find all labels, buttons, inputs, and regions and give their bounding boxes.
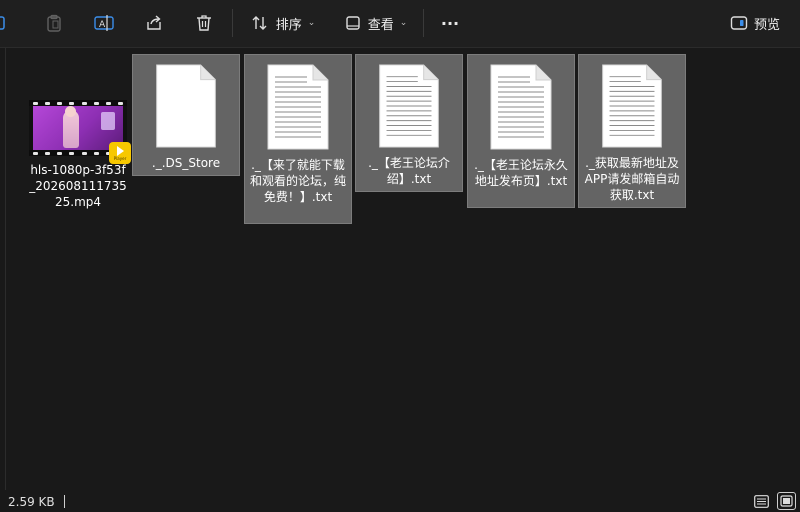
text-file-icon <box>267 64 329 150</box>
preview-pane-button[interactable]: 预览 <box>722 7 788 39</box>
rename-button[interactable]: A <box>88 7 120 39</box>
chevron-down-icon: ⌄ <box>307 18 316 28</box>
tiles-view-icon <box>780 495 793 507</box>
trash-icon <box>197 15 211 31</box>
status-separator <box>64 495 65 508</box>
player-badge-text: Player <box>113 156 127 161</box>
file-name: ._【老王论坛永久地址发布页】.txt <box>474 158 568 188</box>
chevron-down-icon: ⌄ <box>399 18 408 28</box>
rename-icon: A <box>94 15 114 31</box>
copy-icon <box>0 16 5 30</box>
blank-file-icon <box>156 64 216 148</box>
file-item[interactable]: ._【老王论坛永久地址发布页】.txt <box>467 54 575 208</box>
more-options-button[interactable]: ··· <box>434 7 466 39</box>
copy-button[interactable] <box>0 7 14 39</box>
preview-pane-icon <box>730 16 748 30</box>
file-item[interactable]: ._【来了就能下载和观看的论坛，纯免费！】.txt <box>244 54 352 224</box>
command-bar: A 排序 ⌄ 查看 ⌄ ··· 预览 <box>0 0 800 48</box>
film-strip-top <box>29 100 127 106</box>
file-name: ._【老王论坛介绍】.txt <box>368 156 450 186</box>
file-item[interactable]: ._获取最新地址及APP请发邮箱自动获取.txt <box>578 54 686 208</box>
selection-size: 2.59 KB <box>8 495 55 509</box>
video-thumbnail: Player <box>29 100 131 164</box>
view-label: 查看 <box>367 17 394 33</box>
text-file-icon <box>379 64 439 148</box>
view-icon <box>346 16 360 30</box>
share-icon <box>147 15 161 30</box>
player-app-icon: Player <box>109 142 131 164</box>
view-button[interactable]: 查看 ⌄ <box>336 7 416 39</box>
sort-button[interactable]: 排序 ⌄ <box>243 7 323 39</box>
details-view-icon <box>754 494 769 508</box>
text-file-icon <box>602 64 662 148</box>
file-name: ._获取最新地址及APP请发邮箱自动获取.txt <box>584 156 680 202</box>
file-name: ._【来了就能下载和观看的论坛，纯免费！】.txt <box>249 158 346 204</box>
paste-button[interactable] <box>40 7 68 39</box>
share-button[interactable] <box>138 7 170 39</box>
large-icons-view-button[interactable] <box>777 492 796 510</box>
toolbar-separator <box>232 9 233 37</box>
file-item[interactable]: ._【老王论坛介绍】.txt <box>355 54 463 192</box>
svg-text:A: A <box>99 20 106 30</box>
preview-label: 预览 <box>753 17 780 33</box>
status-bar: 2.59 KB <box>0 490 800 512</box>
clipboard-icon <box>47 14 61 32</box>
delete-button[interactable] <box>188 7 220 39</box>
pane-divider <box>5 48 6 490</box>
file-item-video[interactable]: Player hls-1080p-3f53f_20260811173525.mp… <box>24 54 132 214</box>
file-name: ._.DS_Store <box>151 156 221 170</box>
text-file-icon <box>490 64 552 150</box>
file-view[interactable]: Player hls-1080p-3f53f_20260811173525.mp… <box>0 48 800 490</box>
file-name: hls-1080p-3f53f_20260811173525.mp4 <box>29 163 127 209</box>
toolbar-separator <box>423 9 424 37</box>
sort-icon <box>252 16 267 30</box>
file-item[interactable]: ._.DS_Store <box>132 54 240 176</box>
thumbnail-detail <box>101 112 115 130</box>
sort-label: 排序 <box>275 17 302 33</box>
thumbnail-figure-head <box>65 106 76 117</box>
details-view-button[interactable] <box>752 492 771 510</box>
more-icon: ··· <box>440 13 460 33</box>
